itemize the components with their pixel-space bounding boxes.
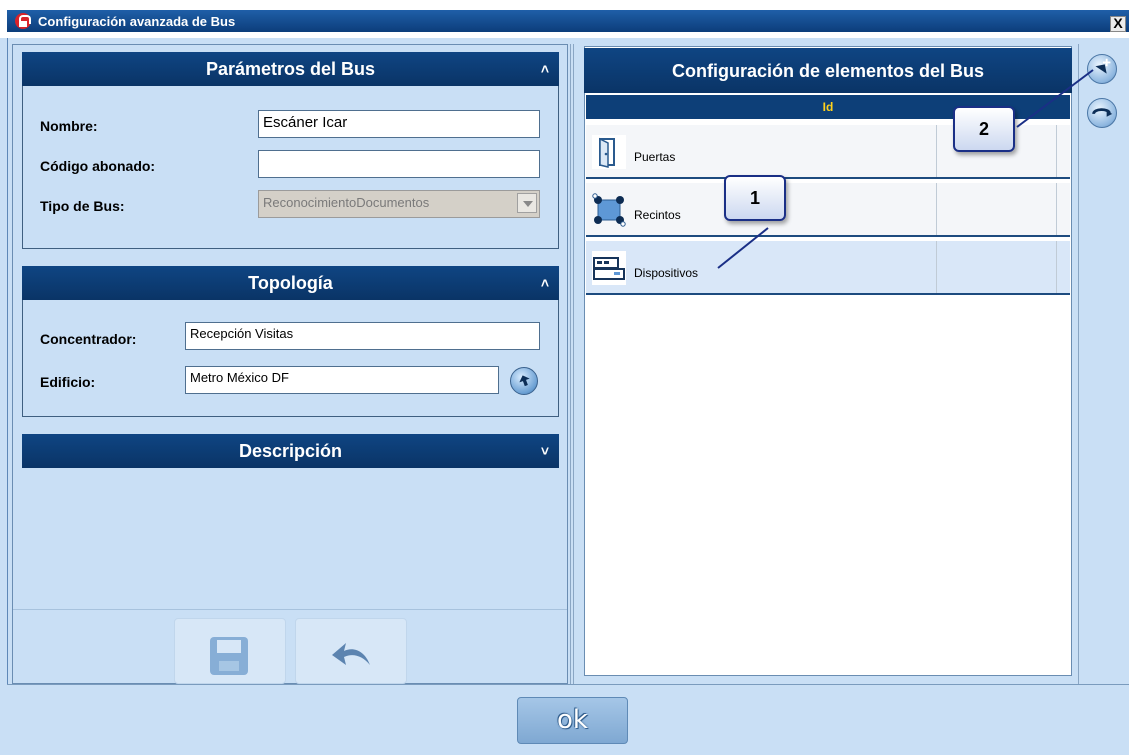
cell-divider	[936, 183, 937, 235]
concentrador-label: Concentrador:	[40, 331, 137, 347]
add-element-button[interactable]	[1087, 54, 1117, 84]
link-element-button[interactable]	[1087, 98, 1117, 128]
link-icon	[1092, 108, 1113, 117]
codigo-label: Código abonado:	[40, 158, 156, 174]
chevron-up-double-icon[interactable]: ˄	[541, 266, 549, 300]
elements-title: Configuración de elementos del Bus	[584, 48, 1072, 93]
ok-button[interactable]: ok	[517, 697, 628, 744]
cell-divider	[1056, 241, 1057, 293]
table-row[interactable]: Dispositivos	[586, 241, 1070, 295]
undo-icon	[332, 643, 370, 665]
table-row[interactable]: Recintos	[586, 183, 1070, 237]
descripcion-header[interactable]: Descripción ˅	[22, 434, 559, 468]
navigate-icon[interactable]	[510, 367, 538, 395]
row-label-puertas: Puertas	[634, 150, 676, 164]
undo-button[interactable]	[295, 618, 407, 684]
callout-1: 1	[724, 175, 786, 221]
door-icon	[592, 135, 626, 169]
edificio-input[interactable]: Metro México DF	[185, 366, 499, 394]
tipo-select-value: ReconocimientoDocumentos	[263, 195, 430, 210]
splitter[interactable]	[568, 44, 576, 684]
close-button[interactable]: X	[1110, 16, 1126, 32]
tipo-select[interactable]: ReconocimientoDocumentos	[258, 190, 540, 218]
callout-2: 2	[953, 106, 1015, 152]
cell-divider	[1056, 125, 1057, 177]
row-label-dispositivos: Dispositivos	[634, 266, 699, 280]
codigo-input[interactable]	[258, 150, 540, 178]
row-label-recintos: Recintos	[634, 208, 681, 222]
add-icon	[1095, 58, 1111, 74]
save-button[interactable]	[174, 618, 286, 684]
cell-divider	[936, 241, 937, 293]
params-header[interactable]: Parámetros del Bus ˄	[22, 52, 559, 86]
right-toolbar	[1078, 44, 1129, 684]
cell-divider	[936, 125, 937, 177]
chevron-down-double-icon[interactable]: ˅	[541, 434, 549, 468]
cell-divider	[1056, 183, 1057, 235]
topologia-title: Topología	[248, 273, 333, 293]
left-toolbar	[13, 609, 567, 684]
lock-icon	[15, 13, 31, 29]
nombre-input[interactable]: Escáner Icar	[258, 110, 540, 138]
edificio-label: Edificio:	[40, 374, 96, 390]
params-title: Parámetros del Bus	[205, 59, 376, 79]
descripcion-title: Descripción	[238, 441, 343, 461]
chevron-down-icon[interactable]	[517, 193, 537, 213]
device-icon	[592, 251, 626, 285]
network-icon	[592, 193, 626, 227]
topologia-header[interactable]: Topología ˄	[22, 266, 559, 300]
nombre-label: Nombre:	[40, 118, 98, 134]
floppy-disk-icon	[210, 637, 248, 675]
window-title: Configuración avanzada de Bus	[38, 14, 236, 29]
chevron-up-double-icon[interactable]: ˄	[541, 52, 549, 86]
concentrador-input[interactable]: Recepción Visitas	[185, 322, 540, 350]
tipo-label: Tipo de Bus:	[40, 198, 125, 214]
